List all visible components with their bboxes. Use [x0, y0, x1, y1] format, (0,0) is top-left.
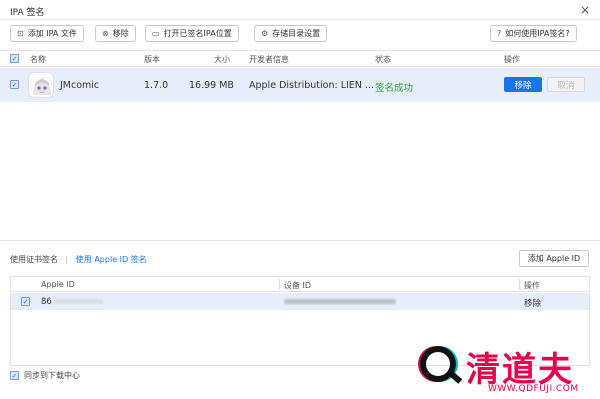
- app-icon: [28, 72, 54, 98]
- app-size: 16.99 MB: [189, 80, 234, 91]
- add-ipa-button[interactable]: ⊡ 添加 IPA 文件: [10, 25, 84, 42]
- watermark-url: WWW.QDFUJI.COM: [488, 384, 579, 394]
- add-ipa-label: 添加 IPA 文件: [27, 29, 77, 38]
- developer-info: Apple Distribution: LIEN ...: [249, 80, 374, 91]
- watermark-logo: 清道夫 WWW.QDFUJI.COM: [408, 340, 598, 398]
- help-button[interactable]: ? 如何使用IPA签名?: [490, 25, 577, 42]
- help-label: 如何使用IPA签名?: [505, 29, 570, 38]
- add-apple-id-button[interactable]: 添加 Apple ID: [519, 250, 589, 267]
- sync-checkbox[interactable]: ✓: [10, 371, 19, 380]
- ipa-table-header: ✓ 名称 版本 大小 开发者信息 状态 操作: [0, 50, 600, 67]
- close-icon[interactable]: ×: [580, 3, 590, 17]
- sign-status: 签名成功: [375, 83, 414, 94]
- sync-label: 同步到下载中心: [24, 371, 80, 380]
- column-separator: [519, 279, 520, 290]
- column-separator: [279, 279, 280, 290]
- apple-id-value: 86: [41, 297, 52, 307]
- open-location-label: 打开已签名IPA位置: [163, 29, 232, 38]
- toolbar: ⊡ 添加 IPA 文件 ⊗ 移除 ▭ 打开已签名IPA位置 ⚙ 存储目录设置 ?…: [0, 24, 600, 46]
- header-status: 状态: [375, 55, 391, 64]
- settings-icon: ⚙: [261, 29, 269, 38]
- row-cancel-button[interactable]: 取消: [547, 77, 585, 92]
- header-version: 版本: [144, 55, 160, 64]
- open-signed-location-button[interactable]: ▭ 打开已签名IPA位置: [145, 25, 239, 42]
- row-checkbox[interactable]: ✓: [10, 80, 19, 89]
- tab-appleid[interactable]: 使用 Apple ID 签名: [76, 255, 147, 264]
- add-file-icon: ⊡: [17, 29, 24, 38]
- header-size: 大小: [214, 55, 230, 64]
- table-row[interactable]: ✓ JMcomic 1.7.0 16.99 MB Apple Distribut…: [0, 68, 600, 102]
- blurred-apple-id: [53, 299, 103, 304]
- row-remove-button[interactable]: 移除: [504, 77, 542, 92]
- sync-option[interactable]: ✓ 同步到下载中心: [10, 370, 80, 381]
- sign-mode-tabs: 使用证书签名 | 使用 Apple ID 签名: [10, 254, 147, 265]
- apple-id-checkbox[interactable]: ✓: [21, 297, 30, 306]
- header-actions: 操作: [504, 55, 520, 64]
- storage-settings-label: 存储目录设置: [272, 29, 321, 38]
- remove-label: 移除: [112, 29, 129, 38]
- blurred-device-id: [284, 299, 396, 304]
- section-divider: [0, 240, 600, 241]
- magnifier-handle-icon: [447, 370, 463, 384]
- header-developer: 开发者信息: [249, 55, 289, 64]
- app-version: 1.7.0: [144, 80, 169, 91]
- tab-separator: |: [65, 255, 69, 264]
- remove-button[interactable]: ⊗ 移除: [95, 25, 136, 42]
- apple-id-remove-button[interactable]: 移除: [524, 297, 541, 309]
- header-name: 名称: [30, 55, 46, 64]
- storage-settings-button[interactable]: ⚙ 存储目录设置: [254, 25, 328, 42]
- tab-certificate[interactable]: 使用证书签名: [10, 255, 58, 264]
- title-bar: IPA 签名 ×: [0, 0, 600, 20]
- remove-circle-icon: ⊗: [102, 29, 109, 38]
- apple-id-table-header: Apple ID 设备 ID 操作: [11, 277, 589, 292]
- header-apple-id: Apple ID: [41, 280, 75, 289]
- window-title: IPA 签名: [10, 8, 45, 18]
- folder-icon: ▭: [152, 29, 160, 38]
- header-id-actions: 操作: [524, 281, 540, 290]
- select-all-checkbox[interactable]: ✓: [10, 54, 19, 63]
- help-icon: ?: [497, 29, 502, 38]
- app-name: JMcomic: [60, 80, 100, 91]
- header-device-id: 设备 ID: [284, 281, 312, 290]
- table-row[interactable]: ✓ 86 移除: [11, 293, 589, 310]
